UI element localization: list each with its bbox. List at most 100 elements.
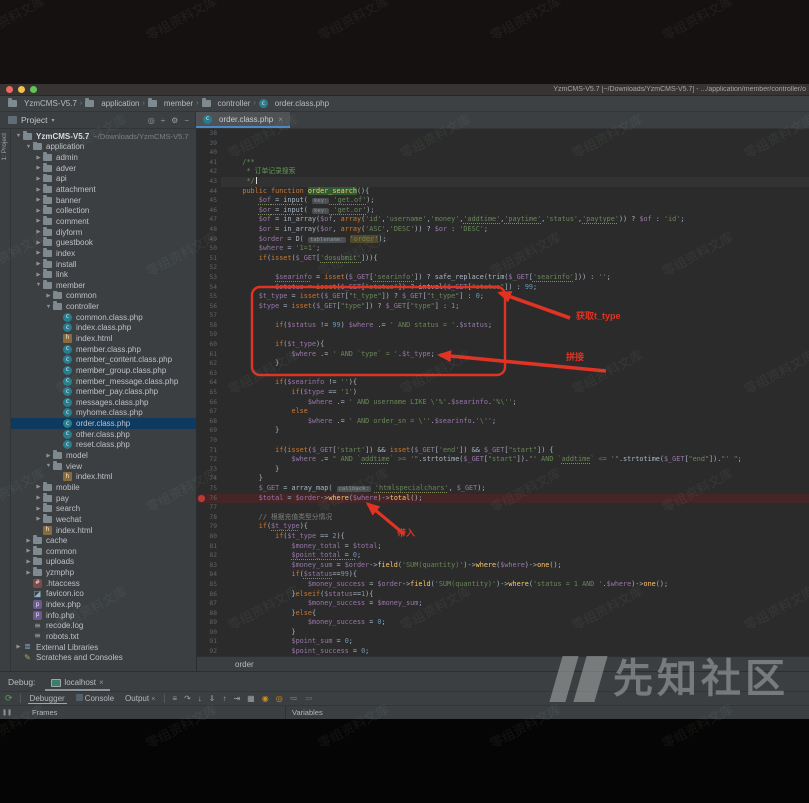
gutter-line-number[interactable]: 45 <box>197 196 221 206</box>
tree-item-view[interactable]: ▼view <box>11 461 196 472</box>
code-line-40[interactable]: 40 <box>197 148 809 158</box>
editor-breadcrumb[interactable]: order <box>197 656 809 671</box>
code-line-73[interactable]: 73 } <box>197 465 809 475</box>
tree-item-recode-log[interactable]: ≡recode.log <box>11 620 196 631</box>
gutter-line-number[interactable]: 86 <box>197 590 221 600</box>
gutter-line-number[interactable]: 75 <box>197 484 221 494</box>
code-line-78[interactable]: 78 // 根据充值类型分情况 <box>197 513 809 523</box>
tree-toggle-icon[interactable]: ▶ <box>44 453 53 459</box>
code-line-81[interactable]: 81 $money_total = $total; <box>197 542 809 552</box>
breadcrumb-item[interactable]: controller <box>202 99 251 108</box>
gutter-line-number[interactable]: 78 <box>197 513 221 523</box>
code-line-47[interactable]: 47 $of = in_array($of, array('id','usern… <box>197 215 809 225</box>
step-out-icon[interactable]: ↑ <box>222 694 226 703</box>
tree-toggle-icon[interactable]: ▶ <box>34 495 43 501</box>
editor-tab-order-class-php[interactable]: c order.class.php × <box>196 112 290 128</box>
code-line-41[interactable]: 41 /** <box>197 158 809 168</box>
gutter-line-number[interactable]: 40 <box>197 148 221 158</box>
tab-console[interactable]: Console <box>74 694 116 703</box>
tree-toggle-icon[interactable]: ▼ <box>34 282 43 288</box>
code-line-57[interactable]: 57 <box>197 311 809 321</box>
tab-debugger[interactable]: Debugger <box>28 694 67 704</box>
code-line-42[interactable]: 42 * 订单记录搜索 <box>197 167 809 177</box>
code-line-45[interactable]: 45 $of = input( key: 'get.of'); <box>197 196 809 206</box>
gutter-line-number[interactable]: 84 <box>197 570 221 580</box>
tree-item-collection[interactable]: ▶collection <box>11 205 196 216</box>
code-line-38[interactable]: 38 <box>197 129 809 139</box>
tree-item-robots-txt[interactable]: ≡robots.txt <box>11 631 196 642</box>
break-at-first-line-icon[interactable]: ◉ <box>262 694 269 703</box>
gutter-line-number[interactable]: 61 <box>197 350 221 360</box>
step-over-icon[interactable]: ↓ <box>198 694 202 703</box>
tree-toggle-icon[interactable]: ▶ <box>34 484 43 490</box>
collapse-all-icon[interactable]: ÷ <box>161 116 165 125</box>
tree-item-info-php[interactable]: pinfo.php <box>11 610 196 621</box>
code-line-49[interactable]: 49 $order = D( tablename: 'order'); <box>197 235 809 245</box>
tree-item-index-php[interactable]: pindex.php <box>11 599 196 610</box>
tree-item-member-class-php[interactable]: cmember.class.php <box>11 344 196 355</box>
code-line-74[interactable]: 74 } <box>197 474 809 484</box>
breadcrumb-item[interactable]: YzmCMS-V5.7 <box>8 99 77 108</box>
code-line-80[interactable]: 80 if($t_type == 2){ <box>197 532 809 542</box>
tree-item-guestbook[interactable]: ▶guestbook <box>11 237 196 248</box>
gutter-line-number[interactable]: 42 <box>197 167 221 177</box>
gutter-line-number[interactable]: 49 <box>197 235 221 245</box>
tree-toggle-icon[interactable]: ▶ <box>34 229 43 235</box>
code-line-55[interactable]: 55 $t_type = isset($_GET["t_type"]) ? $_… <box>197 292 809 302</box>
gutter-line-number[interactable]: 38 <box>197 129 221 139</box>
tree-item-myhome-class-php[interactable]: cmyhome.class.php <box>11 408 196 419</box>
tree-item-api[interactable]: ▶api <box>11 174 196 185</box>
code-line-76[interactable]: 76 $total = $order->where($where)->total… <box>197 494 809 504</box>
tree-item-member-message-class-php[interactable]: cmember_message.class.php <box>11 376 196 387</box>
code-line-82[interactable]: 82 $point_total = 0; <box>197 551 809 561</box>
tree-item-yzmcms-v5-7[interactable]: ▼YzmCMS-V5.7~/Downloads/YzmCMS-V5.7 <box>11 131 196 142</box>
gutter-line-number[interactable]: 71 <box>197 446 221 456</box>
step-into-icon[interactable]: ⇓ <box>209 694 216 703</box>
code-line-51[interactable]: 51 if(isset($_GET['dosubmit'])){ <box>197 254 809 264</box>
tree-item-other-class-php[interactable]: cother.class.php <box>11 429 196 440</box>
tree-item-index-html[interactable]: hindex.html <box>11 472 196 483</box>
code-line-65[interactable]: 65 if($type == '1') <box>197 388 809 398</box>
minimize-button[interactable] <box>18 86 25 93</box>
code-line-63[interactable]: 63 <box>197 369 809 379</box>
tree-toggle-icon[interactable]: ▼ <box>44 304 53 310</box>
gutter-line-number[interactable]: 43 <box>197 177 221 187</box>
gutter-line-number[interactable]: 66 <box>197 398 221 408</box>
code-line-46[interactable]: 46 $or = input( key: 'get.or'); <box>197 206 809 216</box>
gutter-line-number[interactable]: 87 <box>197 599 221 609</box>
close-icon[interactable]: × <box>151 696 155 703</box>
tree-item-favicon-ico[interactable]: ◪favicon.ico <box>11 589 196 600</box>
tree-item-member-group-class-php[interactable]: cmember_group.class.php <box>11 365 196 376</box>
gutter-line-number[interactable]: 81 <box>197 542 221 552</box>
show-execution-point-icon[interactable]: ↷ <box>184 694 191 703</box>
code-line-83[interactable]: 83 $money_sum = $order->field('SUM(quant… <box>197 561 809 571</box>
code-line-53[interactable]: 53 $searinfo = isset($_GET['searinfo']) … <box>197 273 809 283</box>
tree-item-model[interactable]: ▶model <box>11 450 196 461</box>
tree-item-attachment[interactable]: ▶attachment <box>11 184 196 195</box>
code-line-70[interactable]: 70 <box>197 436 809 446</box>
coin-toggle-icon[interactable]: ◎ <box>276 694 283 703</box>
code-line-52[interactable]: 52 <box>197 263 809 273</box>
gutter-line-number[interactable]: 62 <box>197 359 221 369</box>
tree-item-comment[interactable]: ▶comment <box>11 216 196 227</box>
code-line-90[interactable]: 90 } <box>197 628 809 638</box>
tree-toggle-icon[interactable]: ▼ <box>44 463 53 469</box>
tree-toggle-icon[interactable]: ▶ <box>34 176 43 182</box>
code-line-48[interactable]: 48 $or = in_array($or, array('ASC','DESC… <box>197 225 809 235</box>
tree-item-common[interactable]: ▶common <box>11 546 196 557</box>
code-line-87[interactable]: 87 $money_success = $money_sum; <box>197 599 809 609</box>
tree-item-member-content-class-php[interactable]: cmember_content.class.php <box>11 354 196 365</box>
code-line-60[interactable]: 60 if($t_type){ <box>197 340 809 350</box>
code-line-66[interactable]: 66 $where .= ' AND username LIKE \'%'.$s… <box>197 398 809 408</box>
close-icon[interactable]: × <box>99 678 104 687</box>
gutter-line-number[interactable]: 77 <box>197 503 221 513</box>
gutter-line-number[interactable]: 92 <box>197 647 221 656</box>
editor-breadcrumb-label[interactable]: order <box>235 660 254 669</box>
frames-strip-icon[interactable]: ❚❚ <box>0 709 14 716</box>
code-line-88[interactable]: 88 }else{ <box>197 609 809 619</box>
tree-item-common-class-php[interactable]: ccommon.class.php <box>11 312 196 323</box>
code-line-64[interactable]: 64 if($searinfo != ''){ <box>197 378 809 388</box>
code-line-72[interactable]: 72 $where .= " AND `addtime` >= '".strto… <box>197 455 809 465</box>
gutter-line-number[interactable]: 63 <box>197 369 221 379</box>
project-tool-window-button[interactable]: 1: Project <box>1 133 8 160</box>
